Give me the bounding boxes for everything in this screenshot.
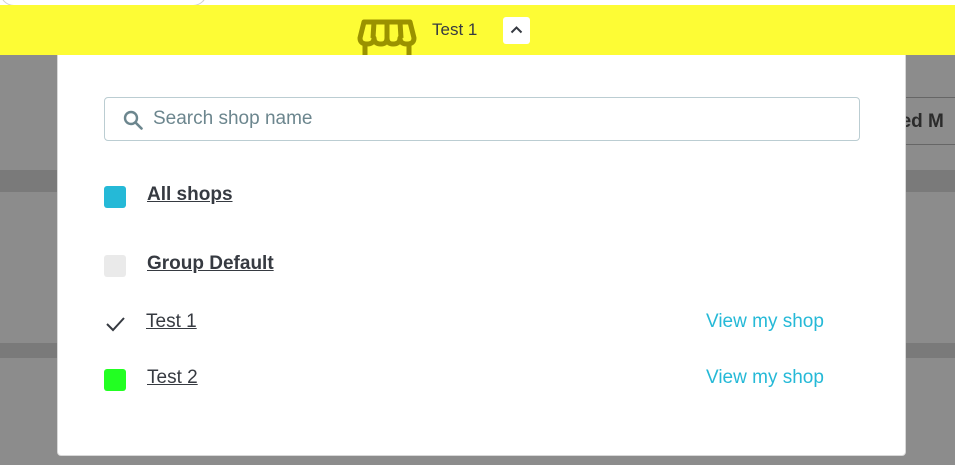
search-shop-input[interactable] [153,104,843,134]
chevron-up-icon [510,26,523,34]
shop-list-dropdown: All shops Group Default Test 1 View my s… [57,55,906,456]
view-my-shop-link-test-1[interactable]: View my shop [706,311,824,333]
shop-link-test-2[interactable]: Test 2 [147,367,198,389]
checkmark-icon [106,317,125,332]
collapse-shop-list-button[interactable] [503,17,530,44]
current-shop-name: Test 1 [432,20,478,39]
shop-color-swatch [104,369,126,391]
search-box [104,97,860,141]
group-default-link[interactable]: Group Default [147,253,274,275]
all-shops-link[interactable]: All shops [147,184,233,206]
search-icon [123,110,143,130]
shop-selector-bar: Test 1 [0,5,955,62]
all-shops-color-swatch [104,186,126,208]
shop-link-test-1[interactable]: Test 1 [146,311,197,333]
group-color-swatch [104,255,126,277]
view-my-shop-link-test-2[interactable]: View my shop [706,367,824,389]
